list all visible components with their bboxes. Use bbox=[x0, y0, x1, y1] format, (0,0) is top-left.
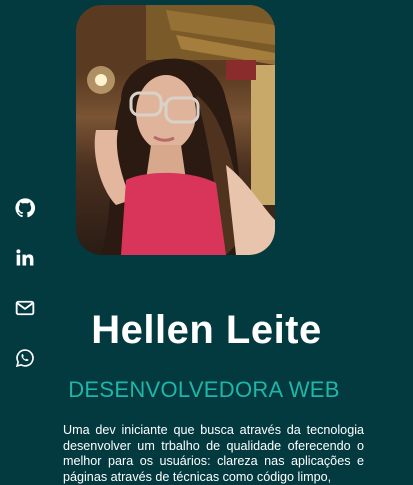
profile-name: Hellen Leite bbox=[91, 308, 322, 352]
linkedin-icon bbox=[16, 249, 34, 266]
github-icon bbox=[15, 198, 35, 218]
github-link[interactable] bbox=[15, 198, 39, 222]
profile-role: DESENVOLVEDORA WEB bbox=[68, 377, 340, 402]
linkedin-link[interactable] bbox=[15, 248, 39, 272]
profile-photo bbox=[76, 5, 275, 255]
profile-bio: Uma dev iniciante que busca através da t… bbox=[63, 423, 364, 484]
social-links bbox=[15, 198, 39, 398]
